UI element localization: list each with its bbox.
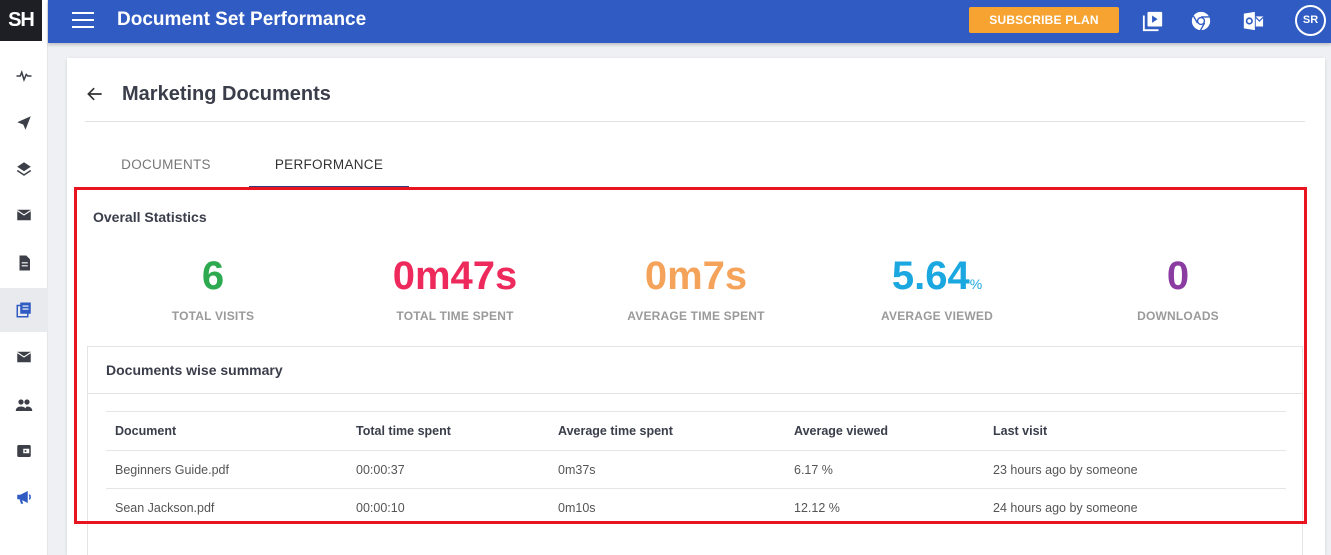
stat-average-time-spent: 0m7s AVERAGE TIME SPENT xyxy=(576,252,816,323)
column-header-average-time[interactable]: Average time spent xyxy=(558,412,673,450)
summary-table: Document Total time spent Average time s… xyxy=(106,411,1286,526)
title-divider xyxy=(85,121,1305,122)
video-library-icon[interactable] xyxy=(1141,9,1165,33)
stat-unit: % xyxy=(969,276,983,292)
tab-documents[interactable]: DOCUMENTS xyxy=(96,148,236,189)
stat-total-visits: 6 TOTAL VISITS xyxy=(93,252,333,323)
app-title: Document Set Performance xyxy=(117,9,367,30)
overall-statistics-heading: Overall Statistics xyxy=(93,209,207,225)
stat-label: AVERAGE TIME SPENT xyxy=(627,309,765,323)
chrome-icon[interactable] xyxy=(1189,9,1213,33)
stat-downloads: 0 DOWNLOADS xyxy=(1058,252,1298,323)
send-icon[interactable] xyxy=(0,101,48,145)
people-icon[interactable] xyxy=(0,383,48,427)
subscribe-plan-button[interactable]: SUBSCRIBE PLAN xyxy=(969,7,1119,33)
column-header-total-time[interactable]: Total time spent xyxy=(356,412,451,450)
table-row[interactable]: Beginners Guide.pdf 00:00:37 0m37s 6.17 … xyxy=(106,450,1286,488)
table-header-row: Document Total time spent Average time s… xyxy=(106,411,1286,450)
mail-open-icon[interactable] xyxy=(0,193,48,237)
cell-total-time: 00:00:10 xyxy=(356,501,405,515)
page-title: Marketing Documents xyxy=(122,83,331,105)
stat-label: TOTAL VISITS xyxy=(171,309,255,323)
layers-icon[interactable] xyxy=(0,147,48,191)
megaphone-icon[interactable] xyxy=(0,475,48,519)
cell-document: Sean Jackson.pdf xyxy=(115,501,215,515)
cell-last-visit: 24 hours ago by someone xyxy=(993,501,1138,515)
stat-value: 0m7s xyxy=(644,254,748,298)
stat-total-time-spent: 0m47s TOTAL TIME SPENT xyxy=(335,252,575,323)
summary-heading: Documents wise summary xyxy=(106,362,283,378)
stat-value: 6 xyxy=(201,254,225,298)
column-header-last-visit[interactable]: Last visit xyxy=(993,412,1047,450)
stat-label: TOTAL TIME SPENT xyxy=(396,309,514,323)
cell-average-time: 0m37s xyxy=(558,463,596,477)
stat-value: 5.64% xyxy=(891,254,983,298)
cell-average-time: 0m10s xyxy=(558,501,596,515)
cell-document: Beginners Guide.pdf xyxy=(115,463,229,477)
cell-total-time: 00:00:37 xyxy=(356,463,405,477)
document-sets-icon[interactable] xyxy=(0,288,48,332)
mail-icon[interactable] xyxy=(0,335,48,379)
activity-icon[interactable] xyxy=(0,54,48,98)
stat-label: DOWNLOADS xyxy=(1137,309,1219,323)
user-avatar[interactable]: SR xyxy=(1295,5,1326,36)
cell-average-viewed: 6.17 % xyxy=(794,463,833,477)
column-header-average-viewed[interactable]: Average viewed xyxy=(794,412,888,450)
table-row[interactable]: Sean Jackson.pdf 00:00:10 0m10s 12.12 % … xyxy=(106,488,1286,526)
top-app-bar: Document Set Performance SUBSCRIBE PLAN … xyxy=(48,0,1331,43)
stat-value: 0 xyxy=(1166,254,1190,298)
left-nav-rail: SH xyxy=(0,0,48,555)
stat-value: 0m47s xyxy=(392,254,518,298)
cell-average-viewed: 12.12 % xyxy=(794,501,840,515)
document-icon[interactable] xyxy=(0,241,48,285)
stat-label: AVERAGE VIEWED xyxy=(881,309,993,323)
column-header-document[interactable]: Document xyxy=(115,412,176,450)
back-arrow-icon[interactable] xyxy=(84,84,106,104)
summary-divider xyxy=(88,393,1302,394)
app-logo[interactable]: SH xyxy=(0,0,42,41)
cell-last-visit: 23 hours ago by someone xyxy=(993,463,1138,477)
wallet-icon[interactable] xyxy=(0,429,48,473)
tab-performance[interactable]: PERFORMANCE xyxy=(249,148,409,189)
outlook-icon[interactable] xyxy=(1241,9,1265,33)
hamburger-menu-icon[interactable] xyxy=(72,12,94,30)
stat-average-viewed: 5.64% AVERAGE VIEWED xyxy=(817,252,1057,323)
